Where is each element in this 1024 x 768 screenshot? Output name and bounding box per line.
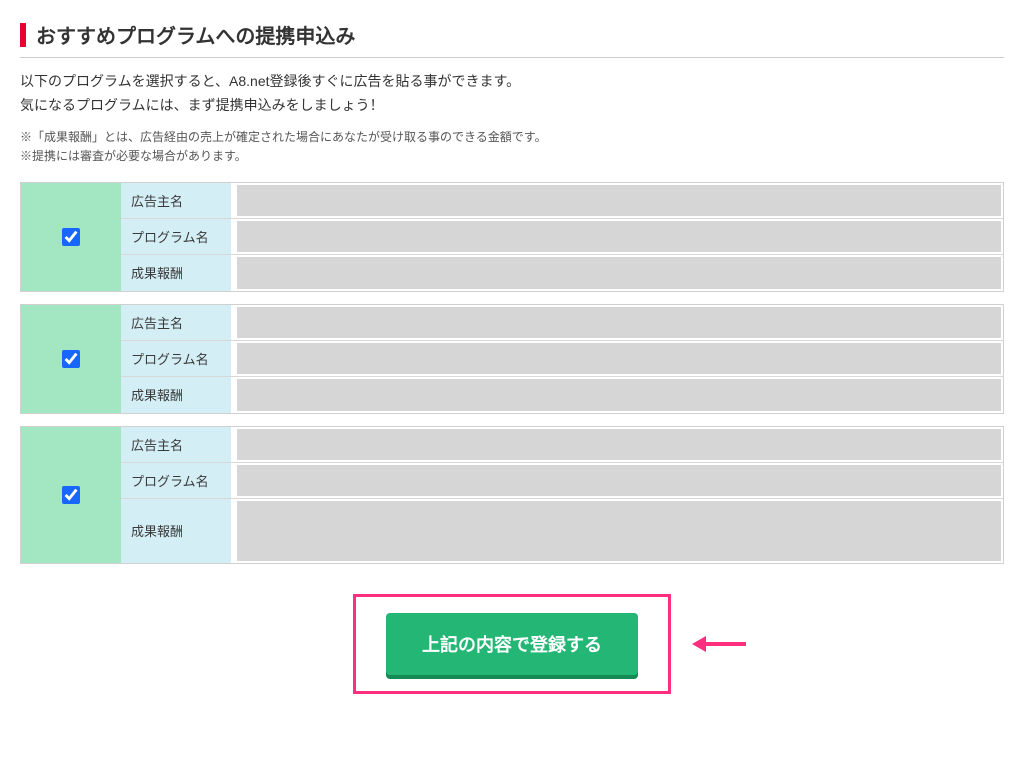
value-program [237, 465, 1001, 496]
program-checkbox[interactable] [62, 228, 80, 246]
checkbox-col [21, 183, 121, 291]
label-advertiser: 広告主名 [121, 183, 231, 218]
field-row-advertiser: 広告主名 [121, 183, 1003, 219]
fields-col: 広告主名 プログラム名 成果報酬 [121, 183, 1003, 291]
label-program: プログラム名 [121, 341, 231, 376]
field-row-program: プログラム名 [121, 463, 1003, 499]
checkbox-col [21, 427, 121, 563]
arrow-annotation [692, 636, 746, 652]
field-row-program: プログラム名 [121, 219, 1003, 255]
value-reward [237, 257, 1001, 289]
value-reward [237, 501, 1001, 561]
intro-line-1: 以下のプログラムを選択すると、A8.net登録後すぐに広告を貼る事ができます。 [20, 70, 1004, 94]
value-reward [237, 379, 1001, 411]
heading-accent-bar [20, 23, 26, 47]
label-advertiser: 広告主名 [121, 427, 231, 462]
value-advertiser [237, 185, 1001, 216]
program-block: 広告主名 プログラム名 成果報酬 [20, 304, 1004, 414]
submit-highlight-frame: 上記の内容で登録する [353, 594, 671, 694]
intro-line-2: 気になるプログラムには、まず提携申込みをしましょう！ [20, 94, 1004, 118]
value-advertiser [237, 429, 1001, 460]
label-reward: 成果報酬 [121, 499, 231, 563]
section-heading: おすすめプログラムへの提携申込み [20, 20, 1004, 58]
field-row-reward: 成果報酬 [121, 255, 1003, 291]
program-checkbox[interactable] [62, 350, 80, 368]
value-advertiser [237, 307, 1001, 338]
note-line-1: ※「成果報酬」とは、広告経由の売上が確定された場合にあなたが受け取る事のできる金… [20, 128, 1004, 147]
label-reward: 成果報酬 [121, 377, 231, 413]
note-line-2: ※提携には審査が必要な場合があります。 [20, 147, 1004, 166]
label-reward: 成果報酬 [121, 255, 231, 291]
submit-area: 上記の内容で登録する [20, 594, 1004, 694]
value-program [237, 343, 1001, 374]
label-program: プログラム名 [121, 463, 231, 498]
fields-col: 広告主名 プログラム名 成果報酬 [121, 427, 1003, 563]
submit-button[interactable]: 上記の内容で登録する [386, 613, 638, 675]
arrow-left-icon [692, 636, 706, 652]
intro-text: 以下のプログラムを選択すると、A8.net登録後すぐに広告を貼る事ができます。 … [20, 70, 1004, 118]
field-row-reward: 成果報酬 [121, 377, 1003, 413]
field-row-advertiser: 広告主名 [121, 427, 1003, 463]
value-program [237, 221, 1001, 252]
field-row-reward: 成果報酬 [121, 499, 1003, 563]
label-program: プログラム名 [121, 219, 231, 254]
program-block: 広告主名 プログラム名 成果報酬 [20, 182, 1004, 292]
notes-text: ※「成果報酬」とは、広告経由の売上が確定された場合にあなたが受け取る事のできる金… [20, 128, 1004, 166]
checkbox-col [21, 305, 121, 413]
program-block: 広告主名 プログラム名 成果報酬 [20, 426, 1004, 564]
arrow-line [706, 642, 746, 646]
program-checkbox[interactable] [62, 486, 80, 504]
field-row-program: プログラム名 [121, 341, 1003, 377]
fields-col: 広告主名 プログラム名 成果報酬 [121, 305, 1003, 413]
field-row-advertiser: 広告主名 [121, 305, 1003, 341]
label-advertiser: 広告主名 [121, 305, 231, 340]
heading-text: おすすめプログラムへの提携申込み [36, 20, 355, 49]
